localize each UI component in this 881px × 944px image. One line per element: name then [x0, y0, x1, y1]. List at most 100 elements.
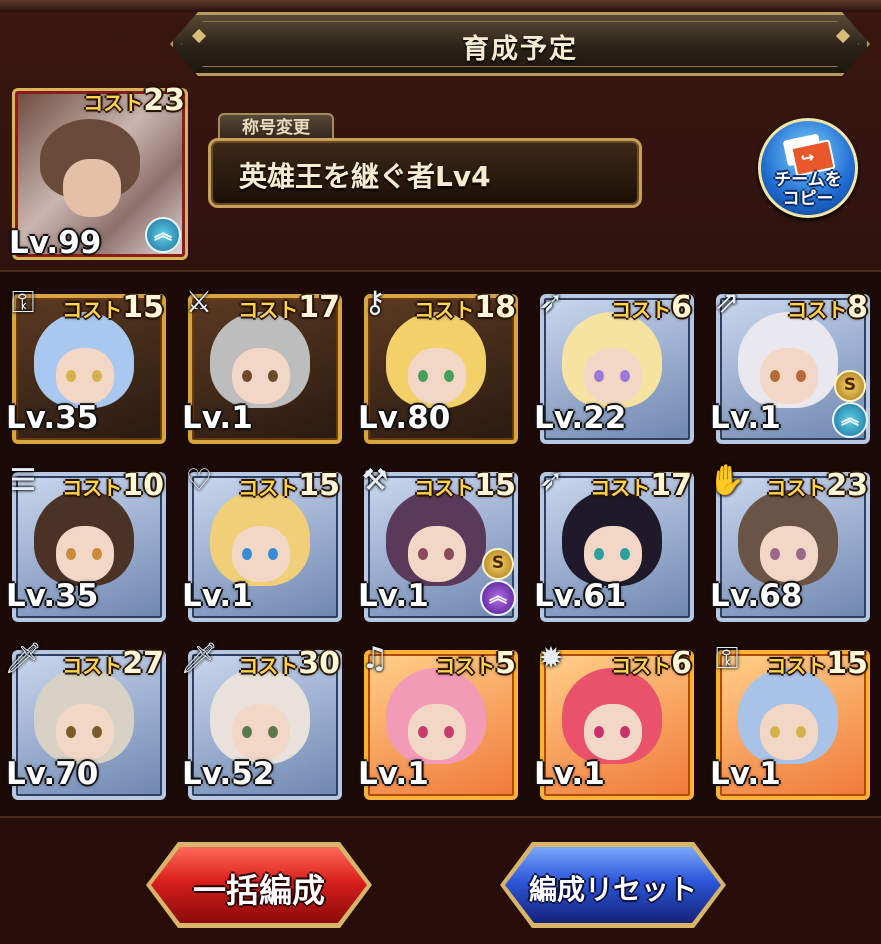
- unit-face: [760, 348, 818, 404]
- unit-slot[interactable]: ⚔ コスト17 Lv.1: [180, 278, 342, 444]
- unit-level: Lv.70: [6, 756, 99, 792]
- unit-level: Lv.52: [182, 756, 275, 792]
- title-change-field[interactable]: 英雄王を継ぐ者Lv4: [208, 138, 642, 208]
- unit-cost: コスト15: [766, 646, 868, 681]
- unit-eye: [242, 726, 252, 738]
- formation-panel: 育成予定 コスト23 Lv.99 ︽ 称号変更 英雄王を継ぐ者Lv4 ↪ チーム…: [0, 0, 881, 944]
- unit-eye: [242, 548, 252, 560]
- unit-slot[interactable]: ☰ コスト10 Lv.35: [4, 456, 166, 622]
- copy-team-button[interactable]: ↪ チームを コピー: [758, 118, 858, 218]
- unit-eye: [770, 548, 780, 560]
- unit-level: Lv.1: [358, 756, 429, 792]
- unit-eye: [268, 726, 278, 738]
- unit-slot[interactable]: ✹ コスト6 Lv.1: [532, 634, 694, 800]
- unit-eye: [268, 548, 278, 560]
- heart-staff-icon: ♡: [185, 463, 213, 498]
- bulk-form-button[interactable]: 一括編成: [146, 842, 372, 928]
- leader-unit[interactable]: コスト23 Lv.99 ︽: [9, 83, 188, 261]
- page-title: 育成予定: [462, 34, 578, 65]
- unit-eye: [594, 548, 604, 560]
- unit-eye: [268, 370, 278, 382]
- unit-cost: コスト15: [238, 468, 340, 503]
- unit-slot[interactable]: ➶ コスト6 Lv.22: [532, 278, 694, 444]
- unit-slot[interactable]: ♫ コスト5 Lv.1: [356, 634, 518, 800]
- unit-eye: [92, 548, 102, 560]
- unit-face: [584, 348, 642, 404]
- up-arrow-icon: ︽: [832, 402, 868, 438]
- unit-cost: コスト6: [611, 290, 692, 325]
- unit-cost: コスト15: [414, 468, 516, 503]
- unit-slot[interactable]: ➶ コスト17 Lv.61: [532, 456, 694, 622]
- unit-slot[interactable]: 🗡 コスト27 Lv.70: [4, 634, 166, 800]
- unit-eye: [770, 370, 780, 382]
- up-arrow-icon: ︽: [145, 217, 181, 253]
- up-arrow-purple-icon: ︽: [480, 580, 516, 616]
- unit-eye: [620, 370, 630, 382]
- unit-face: [584, 526, 642, 582]
- unit-level: Lv.1: [182, 578, 253, 614]
- unit-eye: [66, 548, 76, 560]
- unit-face: [584, 704, 642, 760]
- lance-icon: ⇗: [714, 285, 740, 320]
- shoes-icon: ♫: [361, 641, 389, 676]
- unit-cost: コスト5: [435, 646, 516, 681]
- unit-level: Lv.68: [710, 578, 803, 614]
- unit-level: Lv.61: [534, 578, 627, 614]
- unit-face: [232, 526, 290, 582]
- unit-face: [408, 526, 466, 582]
- current-title: 英雄王を継ぐ者Lv4: [239, 160, 491, 193]
- leader-level: Lv.99: [9, 225, 102, 261]
- unit-eye: [620, 548, 630, 560]
- key-icon: ⚷: [364, 285, 386, 320]
- unit-eye: [796, 726, 806, 738]
- unit-cost: コスト17: [590, 468, 692, 503]
- unit-eye: [594, 726, 604, 738]
- lantern-icon: ⚿: [715, 641, 739, 676]
- unit-cost: コスト27: [62, 646, 164, 681]
- unit-slot[interactable]: ⇗ コスト8 Lv.1 S ︽: [708, 278, 870, 444]
- unit-slot[interactable]: ✋ コスト23 Lv.68: [708, 456, 870, 622]
- unit-cost: コスト23: [766, 468, 868, 503]
- unit-level: Lv.1: [710, 756, 781, 792]
- unit-slot[interactable]: ⚿ コスト15 Lv.35: [4, 278, 166, 444]
- dagger-icon: ⚔: [185, 285, 213, 320]
- unit-face: [408, 348, 466, 404]
- unit-slot[interactable]: ⚷ コスト18 Lv.80: [356, 278, 518, 444]
- unit-level: Lv.80: [358, 400, 451, 436]
- unit-level: Lv.1: [182, 400, 253, 436]
- unit-eye: [92, 726, 102, 738]
- s-rank-icon: S: [482, 548, 514, 580]
- unit-eye: [418, 370, 428, 382]
- unit-eye: [92, 370, 102, 382]
- unit-slot[interactable]: ♡ コスト15 Lv.1: [180, 456, 342, 622]
- unit-cost: コスト15: [62, 290, 164, 325]
- unit-eye: [796, 548, 806, 560]
- axe-icon: ⚒: [361, 463, 389, 498]
- sun-emblem-icon: ✹: [538, 641, 564, 676]
- unit-level: Lv.22: [534, 400, 627, 436]
- unit-level: Lv.35: [6, 400, 99, 436]
- unit-grid: ⚿ コスト15 Lv.35 ⚔ コスト17 Lv.1 ⚷ コスト18 Lv.80 ➶ コスト6 Lv.…: [0, 270, 881, 818]
- unit-slot[interactable]: ⚿ コスト15 Lv.1: [708, 634, 870, 800]
- spear-icon: ➶: [538, 463, 564, 498]
- unit-eye: [796, 370, 806, 382]
- leader-cost: コスト23: [83, 83, 185, 118]
- unit-slot[interactable]: ⚒ コスト15 Lv.1 S ︽: [356, 456, 518, 622]
- unit-cost: コスト8: [787, 290, 868, 325]
- reset-form-button[interactable]: 編成リセット: [500, 842, 726, 928]
- unit-eye: [620, 726, 630, 738]
- unit-face: [56, 348, 114, 404]
- unit-face: [56, 704, 114, 760]
- unit-cost: コスト17: [238, 290, 340, 325]
- unit-eye: [444, 726, 454, 738]
- unit-face: [232, 348, 290, 404]
- unit-eye: [770, 726, 780, 738]
- unit-slot[interactable]: 🗡 コスト30 Lv.52: [180, 634, 342, 800]
- sword-icon: 🗡: [180, 641, 219, 676]
- sword-icon: 🗡: [4, 641, 43, 676]
- unit-level: Lv.1: [710, 400, 781, 436]
- unit-face: [232, 704, 290, 760]
- unit-eye: [444, 370, 454, 382]
- unit-cost: コスト30: [238, 646, 340, 681]
- unit-level: Lv.1: [534, 756, 605, 792]
